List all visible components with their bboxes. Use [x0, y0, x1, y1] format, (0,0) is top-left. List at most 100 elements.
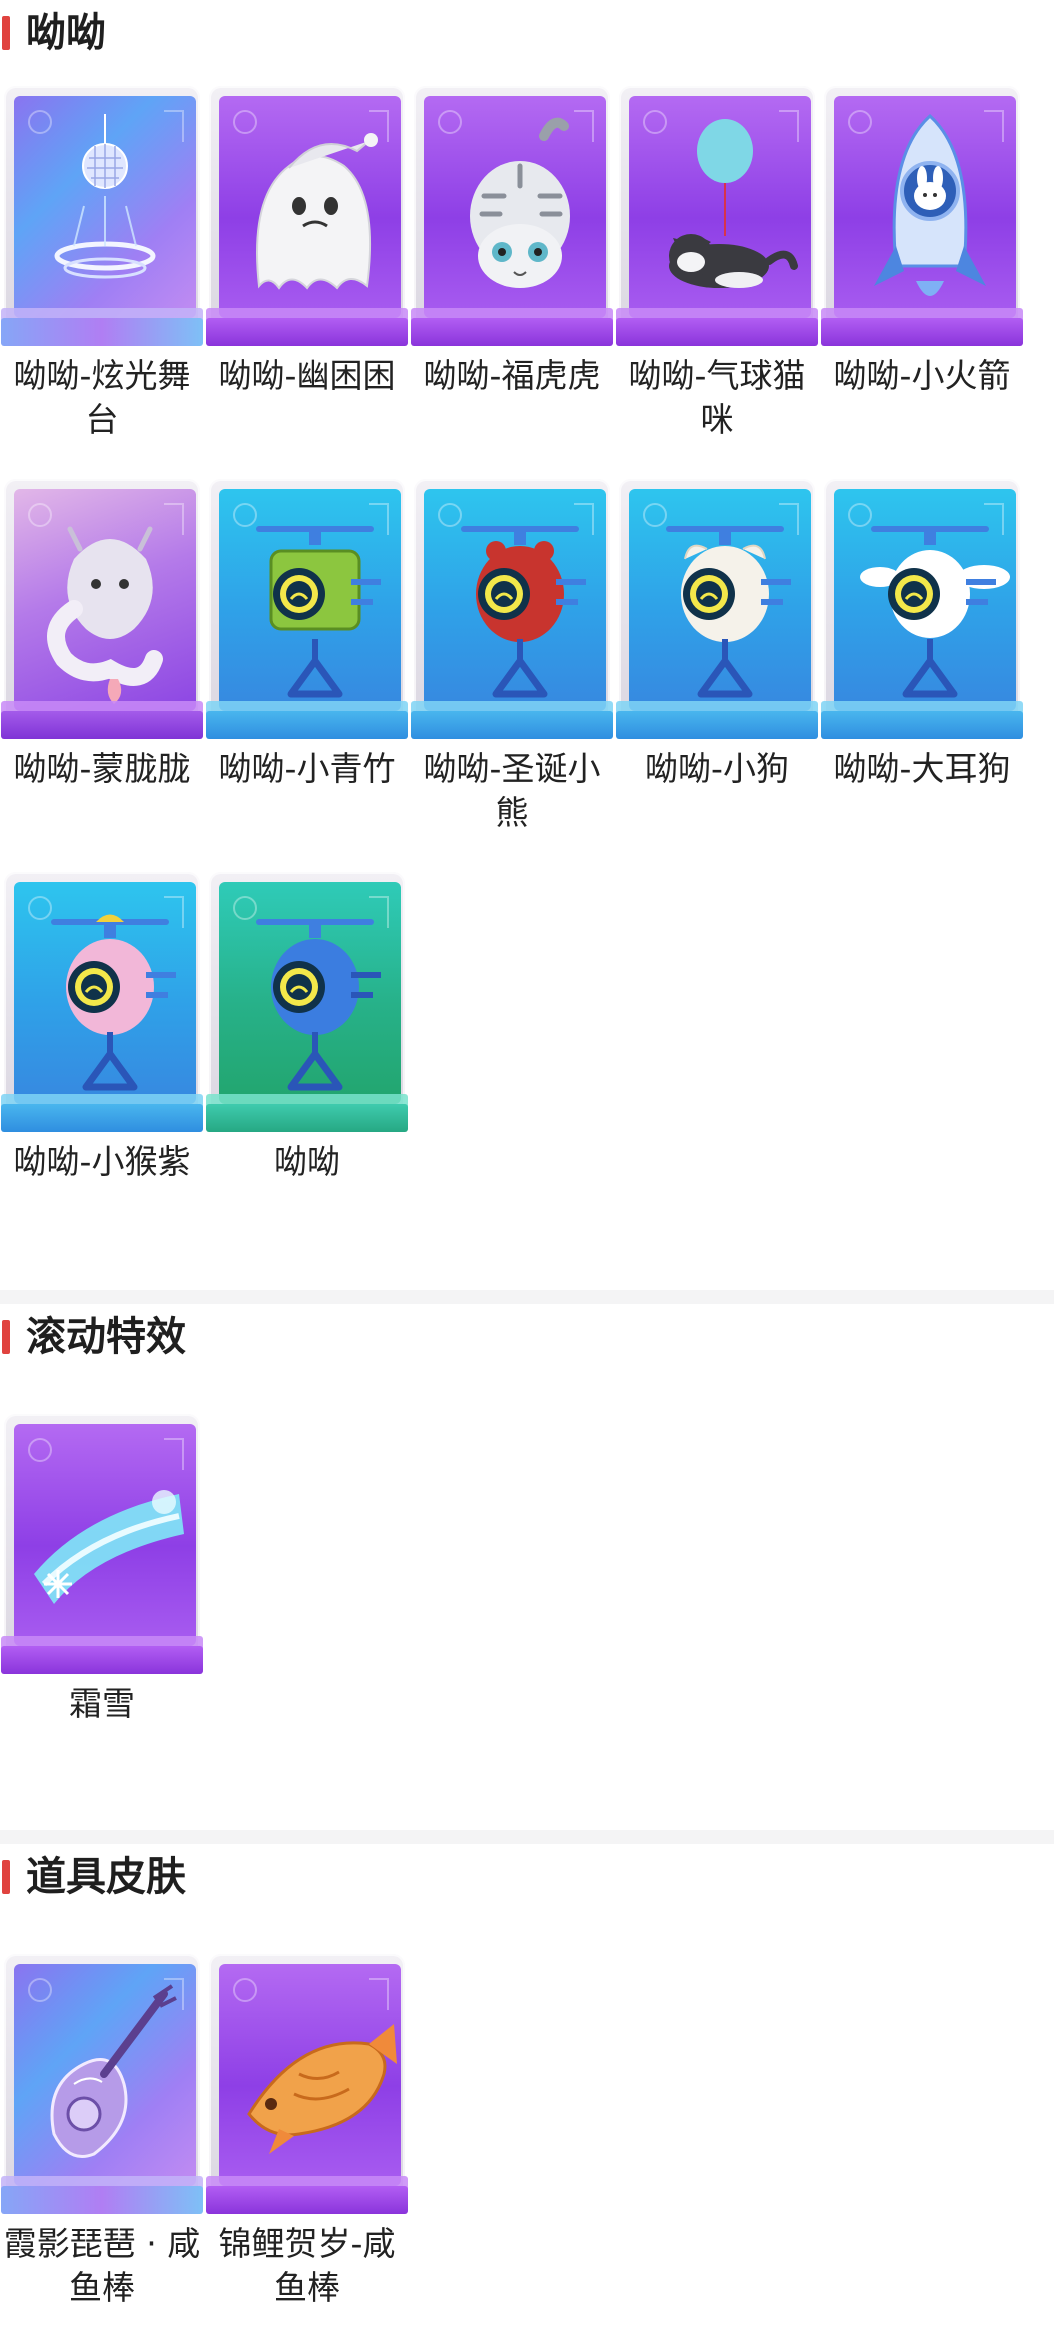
card-background — [219, 489, 401, 711]
item-card-frame — [1, 1414, 203, 1674]
card-shell — [4, 479, 200, 717]
item-card-frame — [821, 86, 1023, 346]
item-card-frame — [1, 1954, 203, 2214]
card-pedestal — [821, 318, 1023, 346]
item-label: 呦呦-幽困困 — [218, 356, 396, 395]
card-pedestal — [206, 2186, 408, 2214]
item-card-frame — [821, 479, 1023, 739]
card-pedestal — [1, 2186, 203, 2214]
section-youyou: 呦呦 呦呦-炫光舞台 呦呦-幽困困 呦呦-福虎虎 呦呦-气球猫咪 呦呦-小火箭呦呦-蒙胧… — [0, 0, 1054, 1290]
item-label: 呦呦-小猴紫 — [13, 1142, 191, 1181]
tiger-icon — [470, 117, 570, 288]
item-label: 呦呦-大耳狗 — [833, 749, 1011, 788]
item-card[interactable]: 呦呦-炫光舞台 — [0, 86, 204, 466]
card-shell — [619, 86, 815, 324]
section-scroll-effect: 滚动特效 霜雪 — [0, 1304, 1054, 1830]
section-accent-bar — [2, 1860, 10, 1894]
card-background — [424, 96, 606, 318]
card-shell — [4, 1414, 200, 1652]
card-background — [629, 489, 811, 711]
card-pedestal — [1, 318, 203, 346]
card-background — [219, 882, 401, 1104]
green-copter-icon — [256, 526, 381, 698]
card-background — [14, 882, 196, 1104]
item-card[interactable]: 呦呦-小青竹 — [205, 479, 409, 859]
balloon-cat-icon — [669, 119, 798, 288]
item-card[interactable]: 霞影琵琶 · 咸鱼棒 — [0, 1954, 204, 2334]
section-accent-bar — [2, 16, 10, 50]
card-background — [14, 1964, 196, 2186]
item-card-frame — [1, 872, 203, 1132]
card-shell — [209, 872, 405, 1110]
koi-fish-icon — [247, 2024, 397, 2154]
card-shell — [4, 872, 200, 1110]
item-card[interactable]: 呦呦-蒙胧胧 — [0, 479, 204, 859]
card-background — [629, 96, 811, 318]
item-card[interactable]: 呦呦 — [205, 872, 409, 1252]
item-card-frame — [206, 479, 408, 739]
item-label: 呦呦-小火箭 — [833, 356, 1011, 395]
section-divider — [0, 1290, 1054, 1304]
section-title: 滚动特效 — [26, 1314, 186, 1360]
item-card[interactable]: 呦呦-大耳狗 — [820, 479, 1024, 859]
item-card-frame — [206, 1954, 408, 2214]
item-label: 呦呦-小青竹 — [218, 749, 396, 788]
item-card[interactable]: 锦鲤贺岁-咸鱼棒 — [205, 1954, 409, 2334]
item-card[interactable]: 呦呦-气球猫咪 — [615, 86, 819, 466]
ghost-icon — [256, 133, 378, 290]
card-shell — [414, 86, 610, 324]
rocket-icon — [874, 113, 986, 296]
item-label: 呦呦-气球猫咪 — [628, 356, 806, 439]
card-shell — [4, 86, 200, 324]
card-pedestal — [206, 318, 408, 346]
item-card-frame — [616, 86, 818, 346]
item-card-frame — [1, 86, 203, 346]
card-background — [219, 96, 401, 318]
item-card[interactable]: 呦呦-小狗 — [615, 479, 819, 859]
card-background — [834, 96, 1016, 318]
card-background — [424, 489, 606, 711]
blue-copter-icon — [256, 919, 381, 1091]
dog-copter-icon — [666, 526, 791, 698]
item-card-frame — [206, 872, 408, 1132]
section-accent-bar — [2, 1320, 10, 1354]
card-pedestal — [206, 711, 408, 739]
item-card[interactable]: 霜雪 — [0, 1414, 204, 1794]
item-card-frame — [1, 479, 203, 739]
item-card[interactable]: 呦呦-圣诞小熊 — [410, 479, 614, 859]
frost-trail-icon — [34, 1490, 184, 1604]
item-card-frame — [411, 86, 613, 346]
item-label: 霜雪 — [69, 1684, 135, 1723]
card-pedestal — [411, 318, 613, 346]
card-pedestal — [1, 711, 203, 739]
item-card[interactable]: 呦呦-福虎虎 — [410, 86, 614, 466]
item-card-frame — [616, 479, 818, 739]
item-label: 呦呦-炫光舞台 — [13, 356, 191, 439]
item-label: 呦呦-蒙胧胧 — [13, 749, 191, 788]
item-card[interactable]: 呦呦-小猴紫 — [0, 872, 204, 1252]
card-pedestal — [1, 1646, 203, 1674]
card-background — [14, 96, 196, 318]
item-card[interactable]: 呦呦-幽困困 — [205, 86, 409, 466]
item-label: 呦呦-小狗 — [645, 749, 789, 788]
section-header: 呦呦 — [0, 0, 1054, 64]
card-pedestal — [616, 711, 818, 739]
pipa-icon — [50, 1984, 177, 2158]
card-pedestal — [616, 318, 818, 346]
section-prop-skin: 道具皮肤 霞影琵琶 · 咸鱼棒 锦鲤贺岁-咸鱼棒 — [0, 1844, 1054, 2339]
item-card-frame — [206, 86, 408, 346]
section-title: 道具皮肤 — [26, 1854, 186, 1900]
card-background — [14, 489, 196, 711]
item-card[interactable]: 呦呦-小火箭 — [820, 86, 1024, 466]
card-shell — [824, 479, 1020, 717]
section-header: 滚动特效 — [0, 1304, 1054, 1368]
item-label: 呦呦-圣诞小熊 — [423, 749, 601, 832]
card-pedestal — [411, 711, 613, 739]
item-label: 霞影琵琶 · 咸鱼棒 — [3, 2224, 201, 2307]
card-shell — [4, 1954, 200, 2192]
card-background — [219, 1964, 401, 2186]
card-pedestal — [206, 1104, 408, 1132]
card-shell — [414, 479, 610, 717]
disco-stage-icon — [54, 114, 156, 279]
card-pedestal — [1, 1104, 203, 1132]
